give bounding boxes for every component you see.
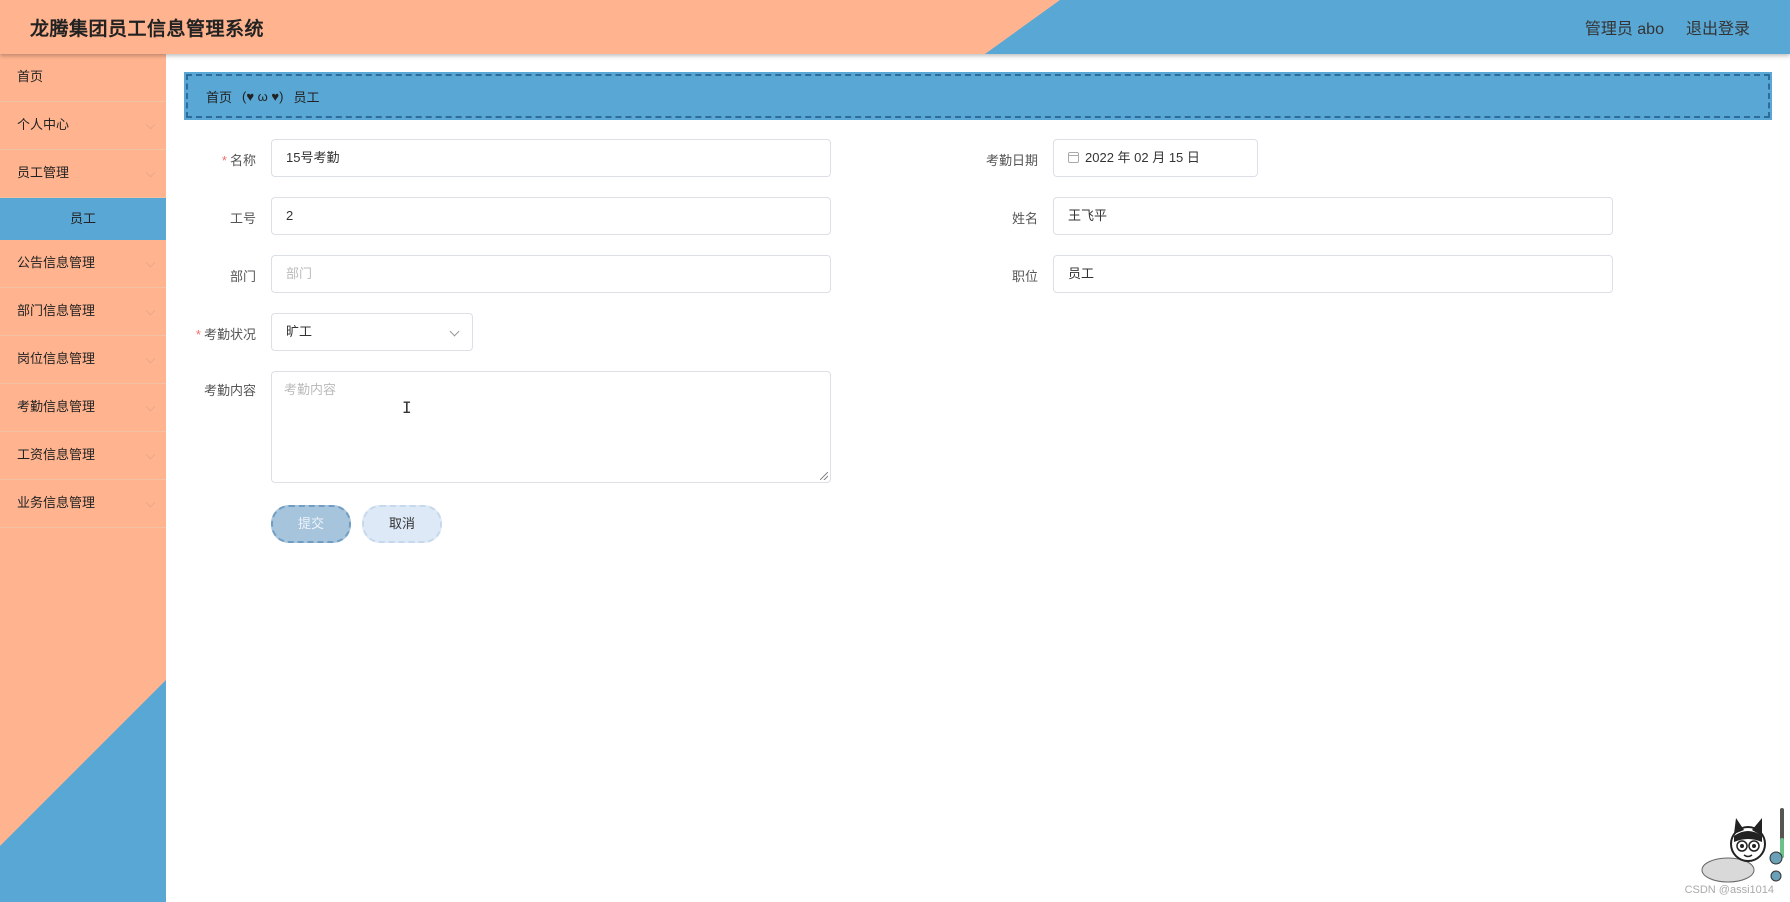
sidebar-item-department-management[interactable]: 部门信息管理: [0, 288, 166, 336]
sidebar-item-label: 部门信息管理: [17, 303, 96, 318]
status-select[interactable]: 旷工: [271, 313, 473, 351]
sidebar-item-label: 工资信息管理: [17, 447, 96, 462]
breadcrumb-home[interactable]: 首页: [206, 87, 232, 106]
sidebar-item-label: 首页: [17, 69, 44, 84]
sidebar-item-label: 员工管理: [17, 165, 70, 180]
status-label-text: 考勤状况: [203, 327, 256, 342]
chevron-down-icon: [145, 257, 156, 268]
chevron-down-icon: [145, 497, 156, 508]
status-value: 旷工: [286, 324, 313, 339]
sidebar-item-announcement-management[interactable]: 公告信息管理: [0, 240, 166, 288]
sidebar-item-salary-management[interactable]: 工资信息管理: [0, 432, 166, 480]
current-user-label: 管理员 abo: [1584, 21, 1664, 38]
breadcrumb-separator: (♥ ω ♥): [242, 88, 284, 104]
required-mark: *: [195, 327, 201, 342]
sidebar-item-label: 考勤信息管理: [17, 399, 96, 414]
breadcrumb-current: 员工: [293, 89, 320, 105]
text-cursor-icon: I: [402, 398, 412, 417]
cancel-button[interactable]: 取消: [362, 505, 442, 543]
mascot-cat-icon: [1701, 808, 1784, 883]
sidebar-item-label: 业务信息管理: [17, 495, 96, 510]
sidebar-item-business-management[interactable]: 业务信息管理: [0, 480, 166, 528]
header-background: [0, 0, 1790, 54]
header-user-area: 管理员 abo 退出登录: [1585, 15, 1750, 39]
chevron-down-icon: [145, 305, 156, 316]
submit-button[interactable]: 提交: [271, 505, 351, 543]
sidebar-item-label: 公告信息管理: [17, 255, 96, 270]
chevron-down-icon: [145, 401, 156, 412]
position-input[interactable]: 员工: [1053, 255, 1613, 293]
sidebar-subitem-employee[interactable]: 员工: [0, 198, 166, 240]
date-value: 2022 年 02 月 15 日: [1085, 150, 1200, 165]
breadcrumb: 首页 (♥ ω ♥) 员工: [184, 72, 1772, 120]
content-textarea[interactable]: 考勤内容: [271, 371, 831, 483]
resize-handle[interactable]: [820, 472, 828, 480]
sidebar-item-attendance-management[interactable]: 考勤信息管理: [0, 384, 166, 432]
chevron-down-icon: [145, 167, 156, 178]
chevron-down-icon: [145, 353, 156, 364]
name-label: * 名称: [166, 150, 256, 169]
sidebar-item-personal-center[interactable]: 个人中心: [0, 102, 166, 150]
sidebar: 首页 个人中心 员工管理 员工 公告信息管理 部门信息管理 岗位信息管理 考勤信…: [0, 54, 166, 902]
chevron-down-icon: [449, 326, 460, 337]
chevron-down-icon: [145, 449, 156, 460]
logout-link[interactable]: 退出登录: [1686, 15, 1750, 39]
date-label: 考勤日期: [985, 153, 1038, 168]
department-label: 部门: [229, 269, 256, 284]
app-title: 龙腾集团员工信息管理系统: [30, 19, 265, 40]
sidebar-menu: 首页 个人中心 员工管理 员工 公告信息管理 部门信息管理 岗位信息管理 考勤信…: [0, 54, 166, 528]
content-label: 考勤内容: [203, 383, 256, 398]
name-label-text: 名称: [229, 153, 256, 168]
person-name-label: 姓名: [1011, 211, 1038, 226]
status-label: * 考勤状况: [166, 324, 256, 343]
main-content: 首页 (♥ ω ♥) 员工 * 名称 15号考勤 考勤日期 2022 年 02 月…: [166, 54, 1790, 902]
content-placeholder: 考勤内容: [284, 382, 337, 397]
name-input[interactable]: 15号考勤: [271, 139, 831, 177]
app-header: 龙腾集团员工信息管理系统 管理员 abo 退出登录: [0, 0, 1790, 54]
sidebar-item-employee-management[interactable]: 员工管理: [0, 150, 166, 198]
sidebar-item-label: 岗位信息管理: [17, 351, 96, 366]
date-picker[interactable]: 2022 年 02 月 15 日: [1053, 139, 1258, 177]
chevron-down-icon: [145, 119, 156, 130]
department-input[interactable]: 部门: [271, 255, 831, 293]
job-no-input[interactable]: 2: [271, 197, 831, 235]
sidebar-item-position-management[interactable]: 岗位信息管理: [0, 336, 166, 384]
sidebar-item-label: 员工: [69, 211, 96, 226]
person-name-input[interactable]: 王飞平: [1053, 197, 1613, 235]
position-label: 职位: [1011, 269, 1038, 284]
sidebar-item-home[interactable]: 首页: [0, 54, 166, 102]
required-mark: *: [221, 153, 227, 168]
sidebar-item-label: 个人中心: [17, 117, 70, 132]
calendar-icon: [1068, 152, 1079, 163]
watermark-text: CSDN @assi1014: [1684, 884, 1774, 896]
job-no-label: 工号: [229, 211, 256, 226]
